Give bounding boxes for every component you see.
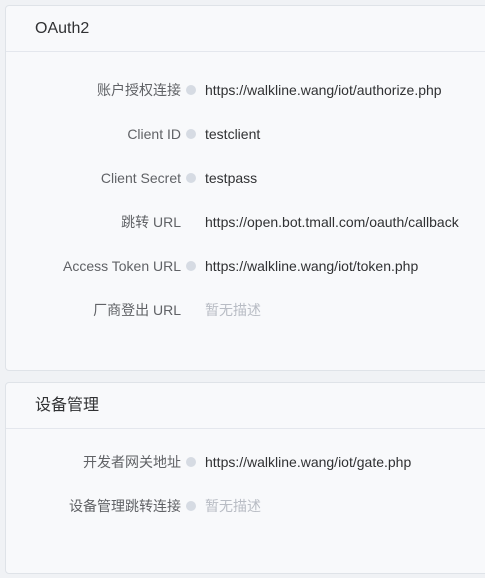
field-label: 开发者网关地址 bbox=[83, 454, 181, 470]
help-dot-icon[interactable] bbox=[186, 85, 196, 95]
field-label: Client ID bbox=[127, 126, 181, 142]
field-label: 账户授权连接 bbox=[97, 82, 181, 98]
field-value: https://walkline.wang/iot/authorize.php bbox=[205, 82, 442, 98]
panel-title: OAuth2 bbox=[6, 6, 485, 52]
field-label: 设备管理跳转连接 bbox=[69, 498, 181, 514]
authorize-url-row: 账户授权连接 https://walkline.wang/iot/authori… bbox=[6, 79, 485, 101]
help-dot-icon[interactable] bbox=[186, 457, 196, 467]
panel-title: 设备管理 bbox=[6, 383, 485, 429]
gateway-url-row: 开发者网关地址 https://walkline.wang/iot/gate.p… bbox=[6, 451, 485, 473]
help-dot-icon[interactable] bbox=[186, 129, 196, 139]
client-id-row: Client ID testclient bbox=[6, 123, 485, 145]
help-dot-icon[interactable] bbox=[186, 501, 196, 511]
device-redirect-url-row: 设备管理跳转连接 暂无描述 bbox=[6, 495, 485, 517]
field-label: Access Token URL bbox=[62, 258, 181, 274]
field-label: Client Secret bbox=[100, 170, 181, 186]
field-value-empty: 暂无描述 bbox=[205, 302, 261, 318]
redirect-url-row: 跳转 URL https://open.bot.tmall.com/oauth/… bbox=[6, 211, 485, 233]
oauth2-panel: OAuth2 账户授权连接 https://walkline.wang/iot/… bbox=[5, 5, 485, 371]
logout-url-row: 厂商登出 URL 暂无描述 bbox=[6, 299, 485, 321]
field-value: https://open.bot.tmall.com/oauth/callbac… bbox=[205, 214, 459, 230]
field-value-empty: 暂无描述 bbox=[205, 498, 261, 514]
client-secret-row: Client Secret testpass bbox=[6, 167, 485, 189]
help-dot-icon[interactable] bbox=[186, 261, 196, 271]
field-value: https://walkline.wang/iot/token.php bbox=[205, 258, 419, 274]
field-value: https://walkline.wang/iot/gate.php bbox=[205, 454, 412, 470]
field-label: 厂商登出 URL bbox=[93, 302, 181, 318]
device-management-panel: 设备管理 开发者网关地址 https://walkline.wang/iot/g… bbox=[5, 382, 485, 574]
field-value: testclient bbox=[205, 126, 261, 142]
access-token-url-row: Access Token URL https://walkline.wang/i… bbox=[6, 255, 485, 277]
field-value: testpass bbox=[205, 170, 258, 186]
field-label: 跳转 URL bbox=[121, 214, 181, 230]
help-dot-icon[interactable] bbox=[186, 173, 196, 183]
